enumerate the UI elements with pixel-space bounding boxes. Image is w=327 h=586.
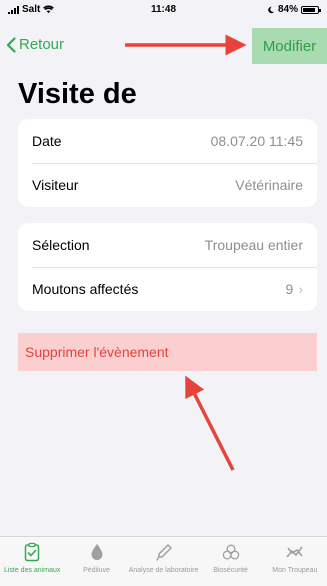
chevron-right-icon: ›: [298, 281, 303, 297]
battery-info: 84%: [267, 4, 321, 15]
tab-label: Analyse de laboratoire: [128, 567, 199, 574]
tab-animal-list[interactable]: Liste des animaux: [0, 537, 64, 586]
battery-icon: [301, 5, 321, 14]
affected-sheep-value-wrap: 9 ›: [286, 281, 303, 297]
navigation-bar: Retour Modifier: [0, 28, 327, 64]
chevron-left-icon: [6, 36, 16, 53]
details-group: Date 08.07.20 11:45 Visiteur Vétérinaire: [18, 119, 317, 207]
drop-icon: [91, 544, 103, 560]
pipette-icon: [155, 544, 172, 561]
selection-row[interactable]: Sélection Troupeau entier: [18, 223, 317, 267]
delete-event-button[interactable]: Supprimer l'évènement: [18, 333, 317, 371]
tab-footbath[interactable]: Pédiluve: [64, 537, 128, 586]
tab-bar: Liste des animaux Pédiluve Analyse de la…: [0, 536, 327, 586]
tab-label: Pédiluve: [83, 567, 110, 574]
tab-label: Biosécurité: [213, 567, 248, 574]
date-row[interactable]: Date 08.07.20 11:45: [18, 119, 317, 163]
tab-biosecurity[interactable]: Biosécurité: [198, 537, 262, 586]
biohazard-icon: [222, 544, 239, 560]
affected-sheep-count: 9: [285, 281, 294, 297]
affected-sheep-row[interactable]: Moutons affectés 9 ›: [18, 267, 317, 311]
date-label: Date: [32, 133, 62, 149]
selection-value: Troupeau entier: [204, 237, 303, 253]
tab-lab-analysis[interactable]: Analyse de laboratoire: [128, 537, 199, 586]
arrow-to-delete: [185, 375, 235, 471]
visitor-value: Vétérinaire: [235, 177, 303, 193]
selection-group: Sélection Troupeau entier Moutons affect…: [18, 223, 317, 311]
visitor-label: Visiteur: [32, 177, 79, 193]
chart-icon: [286, 546, 303, 558]
moon-icon: [268, 6, 275, 13]
clipboard-check-icon: [24, 542, 40, 562]
selection-label: Sélection: [32, 237, 90, 253]
visitor-row[interactable]: Visiteur Vétérinaire: [18, 163, 317, 207]
battery-percent: 84%: [277, 4, 298, 15]
date-value: 08.07.20 11:45: [210, 133, 303, 149]
page-title: Visite de: [18, 78, 137, 110]
tab-label: Liste des animaux: [3, 567, 61, 574]
status-bar: Salt 11:48 84%: [0, 0, 327, 20]
modify-button[interactable]: Modifier: [252, 28, 327, 64]
back-button[interactable]: Retour: [6, 36, 64, 53]
tab-my-flock[interactable]: Mon Troupeau: [263, 537, 327, 586]
tab-label: Mon Troupeau: [272, 567, 318, 574]
back-label: Retour: [19, 36, 65, 53]
affected-sheep-label: Moutons affectés: [32, 281, 139, 297]
